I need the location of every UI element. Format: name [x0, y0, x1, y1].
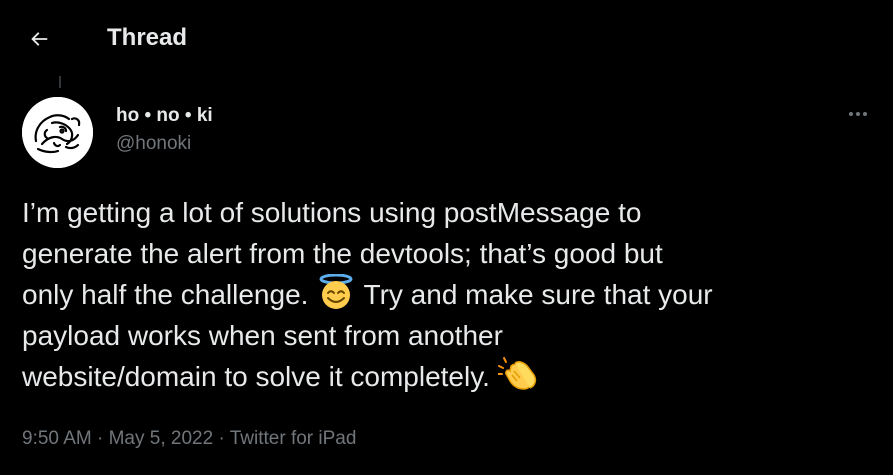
page-header: Thread [0, 0, 893, 76]
clapping-hands-emoji [497, 357, 536, 390]
arrow-left-icon [31, 32, 48, 46]
tweet-text-segment: Try and make sure that your [363, 279, 713, 310]
thread-connector-line [59, 76, 61, 88]
tweet-text-segment: only half the challenge. [22, 279, 309, 310]
tweet-text-line: website/domain to solve it completely. [22, 356, 882, 397]
page-title: Thread [107, 24, 188, 51]
back-button[interactable] [22, 22, 56, 56]
tweet-meta: 9:50 AM · May 5, 2022 · Twitter for iPad [22, 426, 356, 452]
meta-separator: · [218, 428, 225, 449]
tweet-text-line: only half the challenge. Try and make su… [22, 274, 882, 315]
tweet-source[interactable]: Twitter for iPad [230, 428, 357, 449]
meta-separator: · [97, 428, 104, 449]
tweet-text-line: I’m getting a lot of solutions using pos… [22, 197, 642, 228]
smiling-face-with-halo-emoji [319, 274, 353, 309]
tweet-text: I’m getting a lot of solutions using pos… [22, 192, 882, 397]
lion-sketch-avatar [22, 97, 93, 168]
more-options-button[interactable] [840, 104, 876, 124]
more-horizontal-icon [849, 112, 867, 116]
tweet-text-segment: website/domain to solve it completely. [22, 361, 490, 392]
tweet-author: ho • no • ki @honoki [116, 104, 213, 156]
author-display-name[interactable]: ho • no • ki [116, 104, 213, 128]
tweet-text-line: payload works when sent from another [22, 320, 503, 351]
tweet-text-line: generate the alert from the devtools; th… [22, 238, 663, 269]
tweet-date[interactable]: May 5, 2022 [109, 428, 214, 449]
avatar[interactable] [22, 97, 93, 168]
tweet-time[interactable]: 9:50 AM [22, 428, 92, 449]
author-handle[interactable]: @honoki [116, 132, 213, 156]
